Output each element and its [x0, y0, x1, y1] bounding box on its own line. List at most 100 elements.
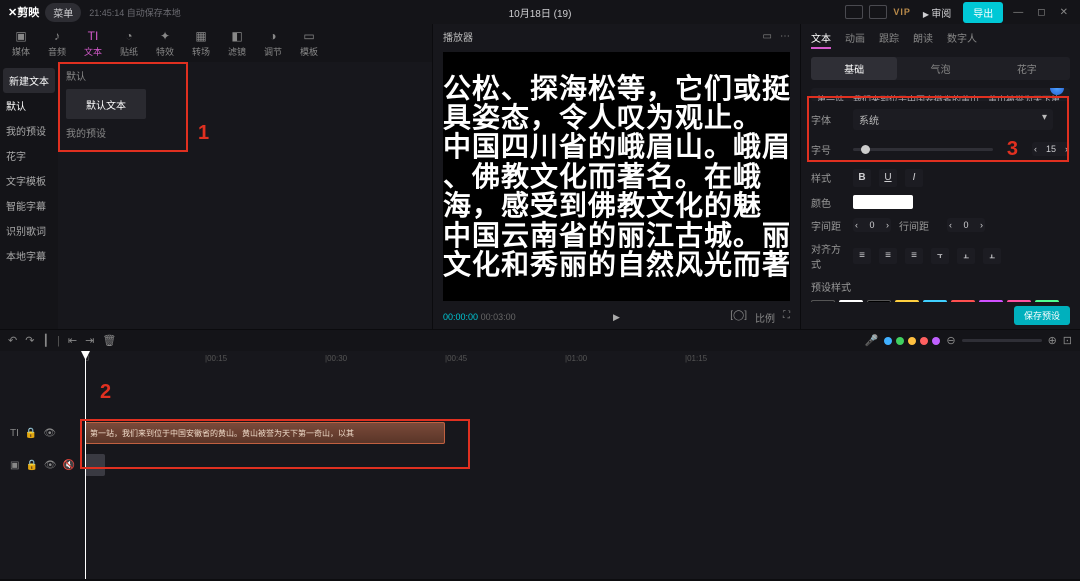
- tab-audio[interactable]: ♪音频: [40, 29, 74, 58]
- side-local-subtitle[interactable]: 本地字幕: [0, 243, 58, 268]
- track-color-1[interactable]: [884, 337, 892, 345]
- filter-icon: ◧: [230, 29, 244, 43]
- fullscreen-icon[interactable]: ⛶: [783, 310, 790, 325]
- eye-icon[interactable]: 👁: [43, 428, 56, 439]
- mic-icon[interactable]: 🎤: [865, 334, 879, 347]
- italic-button[interactable]: I: [905, 169, 923, 187]
- font-select[interactable]: 系统▾: [853, 109, 1053, 130]
- annotation-marker-1: 1: [198, 122, 209, 145]
- align-left[interactable]: ≡: [853, 248, 871, 264]
- tab-sticker[interactable]: ◔贴纸: [112, 29, 146, 58]
- player-more-icon[interactable]: ⋯: [780, 31, 790, 42]
- vip-badge[interactable]: VIP: [893, 7, 911, 17]
- tab-transition[interactable]: ▦转场: [184, 29, 218, 58]
- tab-media[interactable]: ▣媒体: [4, 29, 38, 58]
- ratio-button[interactable]: 比例: [755, 310, 775, 325]
- ai-assist-icon[interactable]: [1050, 88, 1064, 95]
- tab-adjust[interactable]: ◑调节: [256, 29, 290, 58]
- zoom-fit-icon[interactable]: ⊡: [1063, 334, 1072, 347]
- zoom-slider[interactable]: [962, 339, 1042, 342]
- align-label: 对齐方式: [811, 241, 845, 271]
- layout-icon-1[interactable]: [845, 5, 863, 19]
- tab-template[interactable]: ▭模板: [292, 29, 326, 58]
- track-color-4[interactable]: [920, 337, 928, 345]
- playhead[interactable]: [85, 351, 86, 579]
- cut-right-icon[interactable]: ⇥: [85, 334, 94, 347]
- split-icon[interactable]: ┃: [42, 334, 49, 347]
- side-default[interactable]: 默认: [0, 93, 58, 118]
- lock-icon[interactable]: 🔒: [25, 428, 37, 439]
- preset-style-label: 预设样式: [811, 279, 871, 294]
- track-color-3[interactable]: [908, 337, 916, 345]
- track-color-5[interactable]: [932, 337, 940, 345]
- tab-filter[interactable]: ◧滤镜: [220, 29, 254, 58]
- cut-left-icon[interactable]: ⇤: [68, 334, 77, 347]
- zoom-in-icon[interactable]: ⊕: [1048, 334, 1057, 347]
- redo-icon[interactable]: ↷: [25, 334, 34, 347]
- mute-icon[interactable]: 🔇: [63, 460, 75, 471]
- text-content-input[interactable]: 第一站，我们来到位于中国安徽省的黄山。黄山被誉为天下第一奇山，以其奇松、怪石、云…: [811, 88, 1070, 101]
- align-center[interactable]: ≡: [879, 248, 897, 264]
- save-preset-button[interactable]: 保存预设: [1014, 306, 1070, 325]
- transition-icon: ▦: [194, 29, 208, 43]
- export-button[interactable]: 导出: [963, 2, 1003, 23]
- insp-tab-anim[interactable]: 动画: [845, 30, 865, 49]
- text-track-gutter: TI 🔒 👁: [0, 428, 85, 439]
- align-bottom[interactable]: ⫠: [983, 248, 1001, 264]
- text-clip[interactable]: 第一站，我们来到位于中国安徽省的黄山。黄山被誉为天下第一奇山，以其: [85, 422, 445, 444]
- review-button[interactable]: 审阅: [917, 3, 957, 22]
- lock-icon-2[interactable]: 🔒: [25, 460, 37, 471]
- play-button[interactable]: ▶: [613, 312, 620, 323]
- bold-button[interactable]: B: [853, 169, 871, 187]
- seg-fancy[interactable]: 花字: [984, 57, 1070, 80]
- side-text-template[interactable]: 文字模板: [0, 168, 58, 193]
- maximize-button[interactable]: ◻: [1033, 7, 1049, 18]
- template-icon: ▭: [302, 29, 316, 43]
- tab-text[interactable]: TI文本: [76, 29, 110, 58]
- close-button[interactable]: ✕: [1056, 7, 1072, 18]
- align-right[interactable]: ≡: [905, 248, 923, 264]
- align-top[interactable]: ⫟: [931, 248, 949, 264]
- media-track-icon: ▣: [10, 460, 19, 471]
- eye-icon-2[interactable]: 👁: [44, 460, 57, 471]
- layout-icon-2[interactable]: [869, 5, 887, 19]
- default-text-chip[interactable]: 默认文本: [66, 89, 146, 119]
- insp-tab-text[interactable]: 文本: [811, 30, 831, 49]
- scale-icon[interactable]: [◯]: [730, 310, 747, 325]
- side-fancy[interactable]: 花字: [0, 143, 58, 168]
- insp-tab-read[interactable]: 朗读: [913, 30, 933, 49]
- line-spacing[interactable]: ‹0›: [947, 218, 985, 232]
- text-icon: TI: [86, 29, 100, 43]
- preview-viewport[interactable]: 公松、探海松等，它们或挺 具姿态，令人叹为观止。 中国四川省的峨眉山。峨眉 、佛…: [443, 52, 790, 301]
- tab-effect[interactable]: ✦特效: [148, 29, 182, 58]
- timeline[interactable]: 0 |00:15 |00:30 |00:45 |01:00 |01:15 2 T…: [0, 351, 1080, 579]
- time-ruler[interactable]: 0 |00:15 |00:30 |00:45 |01:00 |01:15: [85, 351, 1080, 369]
- underline-button[interactable]: U: [879, 169, 897, 187]
- minimize-button[interactable]: —: [1009, 7, 1027, 18]
- size-slider[interactable]: [853, 148, 993, 151]
- chevron-down-icon: ▾: [1042, 112, 1047, 127]
- player-ratio-icon[interactable]: ▭: [763, 31, 772, 42]
- delete-icon[interactable]: 🗑: [102, 334, 116, 347]
- size-value[interactable]: ‹15›: [1032, 142, 1070, 156]
- annotation-marker-3: 3: [1007, 138, 1018, 161]
- align-middle[interactable]: ⫠: [957, 248, 975, 264]
- font-label: 字体: [811, 112, 845, 127]
- side-smart-subtitle[interactable]: 智能字幕: [0, 193, 58, 218]
- media-track-gutter: ▣ 🔒 👁 🔇: [0, 460, 85, 471]
- menu-button[interactable]: 菜单: [45, 3, 81, 22]
- color-label: 颜色: [811, 195, 845, 210]
- side-new-text[interactable]: 新建文本: [3, 68, 55, 93]
- side-my-preset[interactable]: 我的预设: [0, 118, 58, 143]
- insp-tab-avatar[interactable]: 数字人: [947, 30, 977, 49]
- seg-basic[interactable]: 基础: [811, 57, 897, 80]
- insp-tab-track[interactable]: 跟踪: [879, 30, 899, 49]
- color-picker[interactable]: [853, 195, 913, 209]
- side-lyric[interactable]: 识别歌词: [0, 218, 58, 243]
- letter-spacing[interactable]: ‹0›: [853, 218, 891, 232]
- undo-icon[interactable]: ↶: [8, 334, 17, 347]
- zoom-out-icon[interactable]: ⊖: [946, 334, 955, 347]
- media-clip[interactable]: [85, 454, 105, 476]
- track-color-2[interactable]: [896, 337, 904, 345]
- seg-bubble[interactable]: 气泡: [897, 57, 983, 80]
